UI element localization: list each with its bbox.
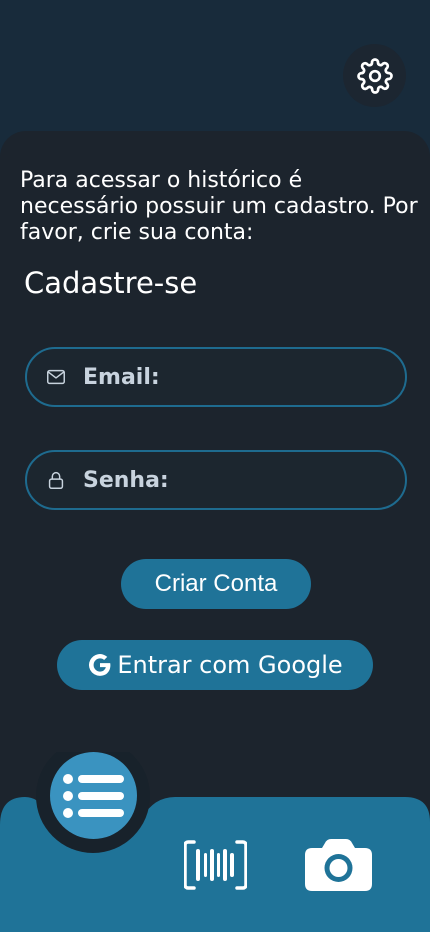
barcode-icon[interactable] — [184, 840, 247, 890]
settings-button[interactable] — [343, 44, 406, 107]
email-field-label: Email: — [83, 364, 160, 390]
google-login-label: Entrar com Google — [117, 651, 343, 679]
email-field[interactable]: Email: — [25, 347, 407, 407]
camera-icon[interactable] — [305, 839, 372, 891]
intro-text: Para acessar o histórico é necessário po… — [20, 168, 418, 245]
lock-icon — [48, 471, 64, 489]
google-g-icon — [89, 654, 111, 676]
menu-button[interactable] — [50, 752, 137, 839]
page-title: Cadastre-se — [24, 266, 198, 300]
list-icon — [62, 773, 124, 818]
create-account-button[interactable]: Criar Conta — [121, 559, 311, 609]
envelope-icon — [47, 369, 65, 385]
password-field[interactable]: Senha: — [25, 450, 407, 510]
gear-icon — [356, 57, 393, 94]
password-field-label: Senha: — [83, 467, 169, 493]
google-login-button[interactable]: Entrar com Google — [57, 640, 373, 690]
